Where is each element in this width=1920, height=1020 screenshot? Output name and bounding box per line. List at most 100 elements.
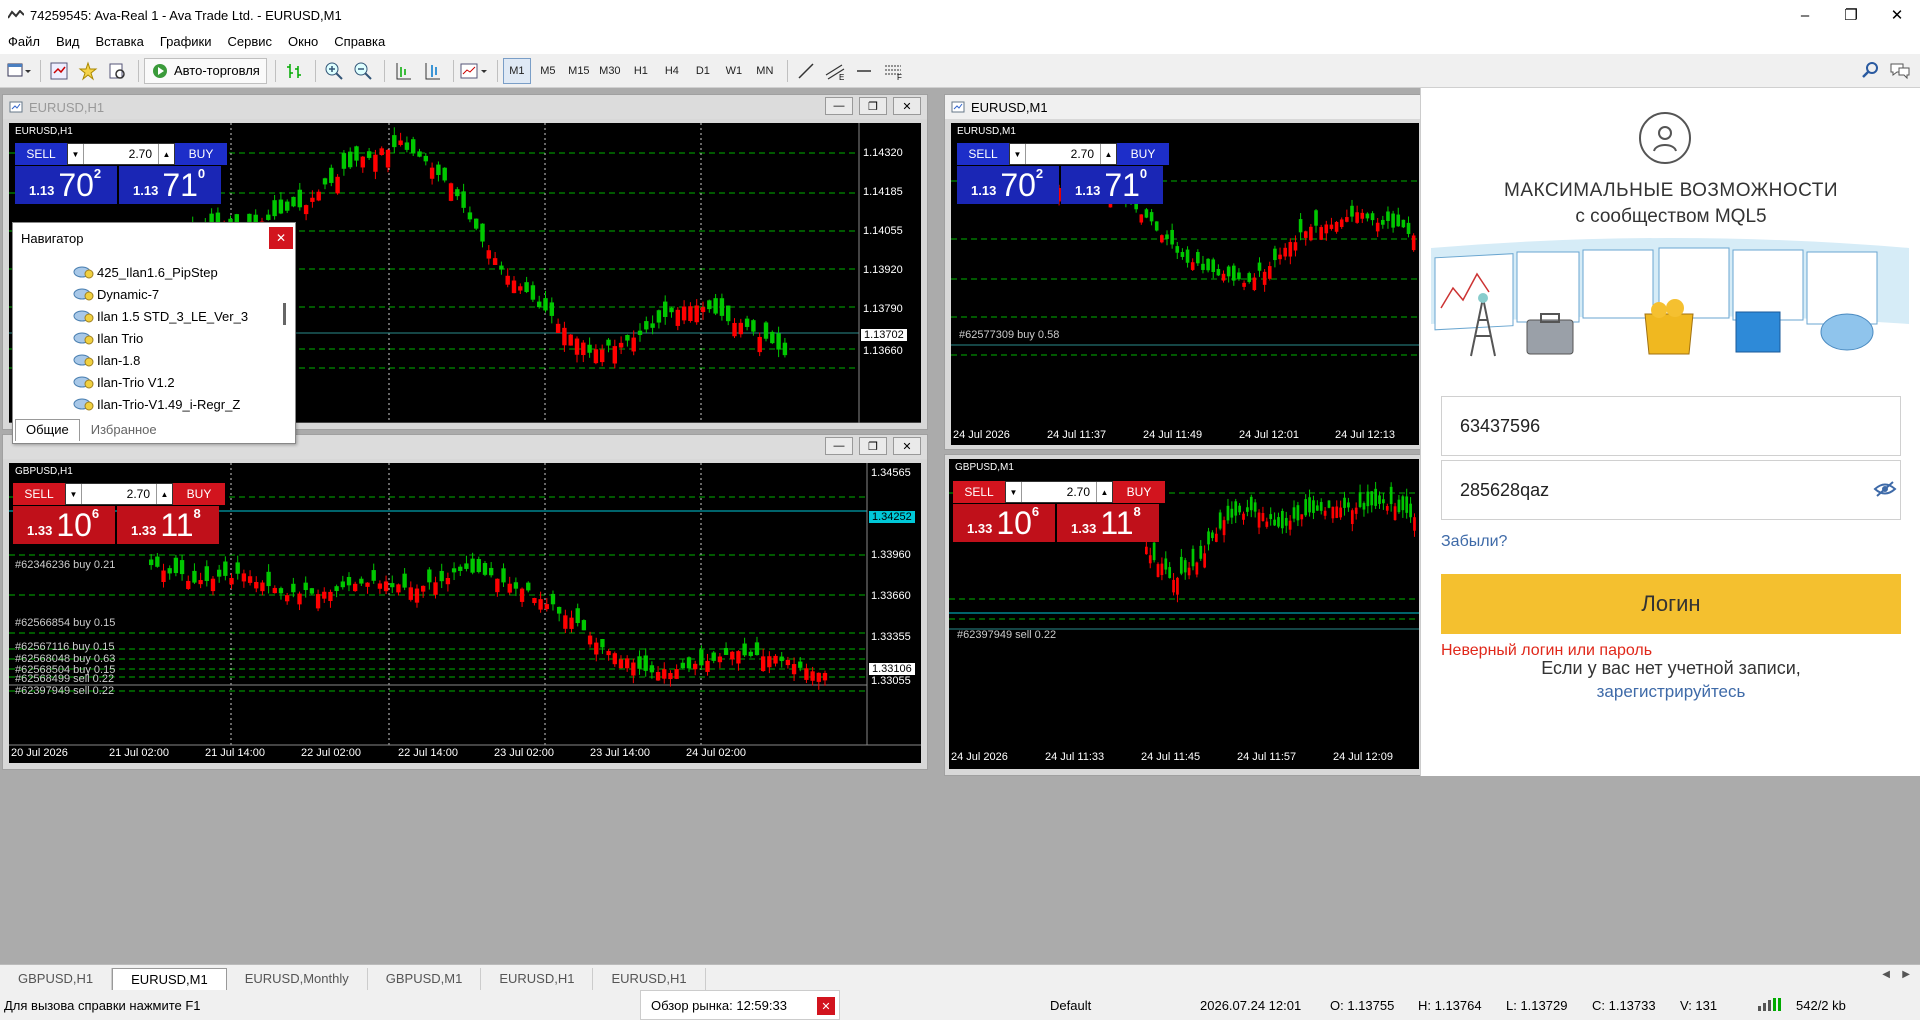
buy-button[interactable]: BUY [175, 143, 227, 165]
volume-field[interactable]: ▼ 2.70 ▲ [67, 143, 175, 165]
trendline-icon[interactable] [793, 58, 819, 84]
bid-price[interactable]: 1.13 70 2 [15, 166, 117, 204]
volume-down-icon[interactable]: ▼ [1006, 482, 1022, 502]
close-window-button[interactable]: ✕ [893, 437, 921, 455]
zoom-in-icon[interactable] [321, 58, 347, 84]
tabs-scroll-right-icon[interactable]: ▶ [1902, 969, 1910, 980]
bar-chart-icon[interactable] [281, 58, 307, 84]
volume-down-icon[interactable]: ▼ [68, 144, 84, 164]
volume-field[interactable]: ▼ 2.70 ▲ [1005, 481, 1113, 503]
sell-button[interactable]: SELL [957, 143, 1009, 165]
close-button[interactable]: ✕ [1874, 0, 1920, 30]
chart-canvas[interactable]: GBPUSD,H1 SELL ▼ 2.70 ▲ BUY 1.33 10 6 1.33 11… [9, 463, 921, 763]
navigator-icon[interactable] [75, 58, 101, 84]
menu-help[interactable]: Справка [326, 30, 393, 54]
expert-item[interactable]: Dynamic-7 [13, 283, 293, 305]
bid-price[interactable]: 1.33 10 6 [953, 504, 1055, 542]
close-icon[interactable]: ✕ [269, 227, 293, 249]
expert-item[interactable]: Ilan-1.8 [13, 349, 293, 371]
scrollbar-thumb[interactable] [283, 303, 286, 325]
fibo-icon[interactable]: F [880, 58, 906, 84]
menu-charts[interactable]: Графики [152, 30, 220, 54]
sell-button[interactable]: SELL [953, 481, 1005, 503]
volume-up-icon[interactable]: ▲ [156, 484, 172, 504]
minimize-window-button[interactable]: — [825, 97, 853, 115]
volume-up-icon[interactable]: ▲ [1100, 144, 1116, 164]
tf-m1-button[interactable]: M1 [502, 57, 531, 84]
restore-window-button[interactable]: ❐ [859, 97, 887, 115]
volume-up-icon[interactable]: ▲ [1096, 482, 1112, 502]
expert-item[interactable]: Ilan Trio [13, 327, 293, 349]
autotrading-button[interactable]: Авто-торговля [144, 57, 267, 84]
chart-canvas[interactable]: GBPUSD,M1 SELL ▼ 2.70 ▲ BUY 1.33 10 6 1.33 11… [949, 459, 1419, 769]
tf-m30-button[interactable]: M30 [596, 58, 624, 84]
tf-h4-button[interactable]: H4 [658, 58, 686, 84]
login-button[interactable]: Логин [1441, 574, 1901, 634]
menu-insert[interactable]: Вставка [88, 30, 152, 54]
register-link[interactable]: зарегистрируйтесь [1421, 682, 1920, 702]
hline-icon[interactable] [851, 58, 877, 84]
templates-icon[interactable] [459, 58, 489, 84]
bid-price[interactable]: 1.13 70 2 [957, 166, 1059, 204]
chart-tab[interactable]: EURUSD,M1 [112, 968, 227, 990]
volume-field[interactable]: ▼ 2.70 ▲ [1009, 143, 1117, 165]
expert-item[interactable]: Ilan-Trio-V1.49_i-Regr_Z [13, 393, 293, 415]
tab-favorites[interactable]: Избранное [80, 419, 168, 441]
chat-icon[interactable] [1888, 60, 1912, 83]
expert-item[interactable]: 425_Ilan1.6_PipStep [13, 261, 293, 283]
chart-window-title[interactable]: EURUSD,M1 [945, 95, 1421, 119]
volume-up-icon[interactable]: ▲ [158, 144, 174, 164]
tab-common[interactable]: Общие [15, 419, 80, 441]
tf-mn-button[interactable]: MN [751, 58, 779, 84]
chart-tab[interactable]: EURUSD,H1 [481, 968, 594, 990]
volume-value[interactable]: 2.70 [1026, 144, 1100, 164]
chart-tab[interactable]: GBPUSD,M1 [368, 968, 482, 990]
autoscroll-icon[interactable] [419, 58, 445, 84]
close-window-button[interactable]: ✕ [893, 97, 921, 115]
sell-button[interactable]: SELL [15, 143, 67, 165]
tabs-scroll-left-icon[interactable]: ◀ [1882, 969, 1890, 980]
volume-down-icon[interactable]: ▼ [1010, 144, 1026, 164]
volume-field[interactable]: ▼ 2.70 ▲ [65, 483, 173, 505]
channel-icon[interactable]: E [822, 58, 848, 84]
ask-price[interactable]: 1.13 71 0 [1061, 166, 1163, 204]
volume-down-icon[interactable]: ▼ [66, 484, 82, 504]
volume-value[interactable]: 2.70 [84, 144, 158, 164]
ask-price[interactable]: 1.13 71 0 [119, 166, 221, 204]
tf-m5-button[interactable]: M5 [534, 58, 562, 84]
expert-item[interactable]: Ilan 1.5 STD_3_LE_Ver_3 [13, 305, 293, 327]
tf-w1-button[interactable]: W1 [720, 58, 748, 84]
buy-button[interactable]: BUY [1117, 143, 1169, 165]
buy-button[interactable]: BUY [173, 483, 225, 505]
maximize-button[interactable]: ❐ [1828, 0, 1874, 30]
expert-item[interactable]: Ilan-Trio V1.2 [13, 371, 293, 393]
zoom-out-icon[interactable] [350, 58, 376, 84]
volume-value[interactable]: 2.70 [1022, 482, 1096, 502]
terminal-icon[interactable] [104, 58, 130, 84]
new-chart-icon[interactable] [6, 58, 32, 84]
menu-file[interactable]: Файл [0, 30, 48, 54]
minimize-window-button[interactable]: — [825, 437, 853, 455]
ask-price[interactable]: 1.33 11 8 [1057, 504, 1159, 542]
volume-value[interactable]: 2.70 [82, 484, 156, 504]
search-icon[interactable] [1860, 60, 1880, 83]
restore-window-button[interactable]: ❐ [859, 437, 887, 455]
ask-price[interactable]: 1.33 11 8 [117, 506, 219, 544]
tf-h1-button[interactable]: H1 [627, 58, 655, 84]
menu-view[interactable]: Вид [48, 30, 88, 54]
chart-tab[interactable]: GBPUSD,H1 [0, 968, 113, 990]
chart-shift-icon[interactable] [390, 58, 416, 84]
market-watch-icon[interactable] [46, 58, 72, 84]
chart-window-title[interactable]: EURUSD,H1 [3, 95, 927, 119]
menu-tools[interactable]: Сервис [220, 30, 281, 54]
password-input[interactable]: 285628qaz [1441, 460, 1901, 520]
buy-button[interactable]: BUY [1113, 481, 1165, 503]
close-icon[interactable]: ✕ [817, 997, 835, 1015]
hide-password-icon[interactable] [1873, 480, 1897, 501]
sell-button[interactable]: SELL [13, 483, 65, 505]
chart-tab[interactable]: EURUSD,H1 [593, 968, 706, 990]
bid-price[interactable]: 1.33 10 6 [13, 506, 115, 544]
chart-canvas[interactable]: EURUSD,M1 SELL ▼ 2.70 ▲ BUY 1.13 70 2 1.13 71… [951, 123, 1419, 445]
forgot-password-link[interactable]: Забыли? [1441, 533, 1507, 551]
menu-window[interactable]: Окно [280, 30, 326, 54]
